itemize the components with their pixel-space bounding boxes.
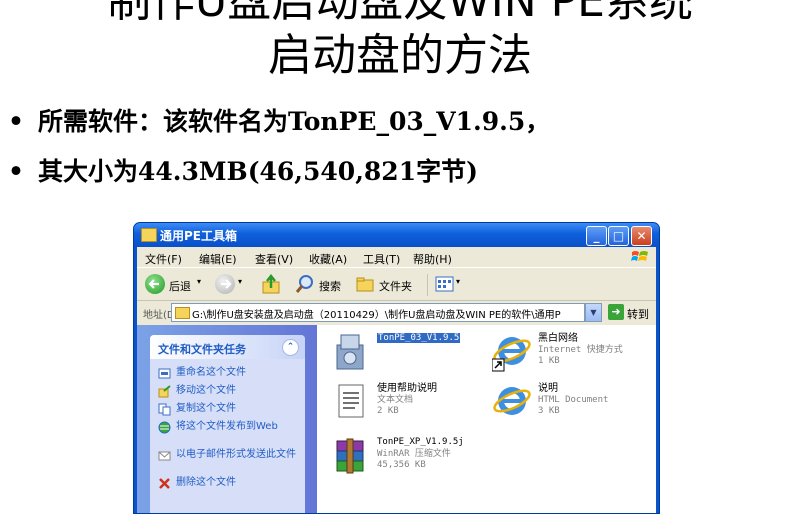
address-value: G:\制作U盘安装盘及启动盘（20110429）\制作U盘启动盘及WIN PE的… [192, 310, 561, 321]
folders-button[interactable]: 文件夹 [355, 274, 419, 296]
email-icon [158, 451, 171, 461]
address-bar: 地址(D) G:\制作U盘安装盘及启动盘（20110429）\制作U盘启动盘及W… [137, 301, 656, 323]
go-label: 转到 [627, 308, 649, 321]
task-label: 删除这个文件 [176, 477, 236, 488]
bullet-item: • 所需软件：该软件名为TonPE_03_V1.9.5， [8, 107, 551, 136]
file-tasks-title: 文件和文件夹任务 [158, 343, 246, 356]
file-tasks-header[interactable]: 文件和文件夹任务 ⌃ [150, 335, 305, 359]
address-input[interactable]: G:\制作U盘安装盘及启动盘（20110429）\制作U盘启动盘及WIN PE的… [171, 303, 585, 322]
slide-title-line1: 制作U盘启动盘及WIN PE系统 [107, 0, 693, 27]
menu-bar: 文件(F) 编辑(E) 查看(V) 收藏(A) 工具(T) 帮助(H) [137, 247, 656, 267]
bullet-item: • 其大小为44.3MB(46,540,821字节) [8, 157, 478, 186]
maximize-button[interactable]: □ [608, 226, 629, 246]
menu-view[interactable]: 查看(V) [255, 251, 293, 267]
slide-title-line2: 启动盘的方法 [268, 30, 532, 81]
file-item[interactable]: 说明 HTML Document 3 KB [492, 381, 652, 431]
window-title: 通用PE工具箱 [160, 229, 237, 243]
delete-icon [159, 478, 170, 489]
back-label: 后退 [169, 280, 191, 293]
file-item[interactable]: TonPE_03_V1.9.5 [331, 331, 491, 381]
file-size: 3 KB [538, 406, 560, 416]
window-titlebar[interactable]: 通用PE工具箱 _ □ ✕ [134, 223, 659, 247]
forward-arrow-icon [215, 274, 235, 294]
folders-label: 文件夹 [379, 280, 412, 293]
up-folder-button[interactable] [261, 273, 283, 296]
ie-html-icon [493, 387, 531, 415]
search-button[interactable]: 搜索 [295, 274, 351, 296]
file-item[interactable]: 黑白网络 Internet 快捷方式 1 KB [492, 331, 652, 381]
collapse-chevron-icon[interactable]: ⌃ [282, 339, 299, 356]
move-icon [158, 385, 171, 398]
task-pane: 文件和文件夹任务 ⌃ 重命名这个文件 移动这个文件 复制这个文件 将这个文件发布… [137, 325, 317, 513]
app-setup-icon [336, 334, 364, 370]
task-label: 将这个文件发布到Web [176, 421, 278, 432]
file-name: TonPE_XP_V1.9.5j [377, 437, 464, 447]
file-size: 45,356 KB [377, 460, 426, 470]
windows-logo-icon [631, 251, 648, 261]
file-item[interactable]: TonPE_XP_V1.9.5j WinRAR 压缩文件 45,356 KB [331, 435, 491, 485]
go-button[interactable]: ➜ 转到 [607, 303, 655, 322]
back-arrow-icon [145, 274, 165, 294]
toolbar: 后退 ▾ ▾ 搜索 文件夹 ▾ [137, 267, 656, 301]
menu-favorites[interactable]: 收藏(A) [309, 251, 347, 267]
file-size: 2 KB [377, 406, 399, 416]
explorer-content: 文件和文件夹任务 ⌃ 重命名这个文件 移动这个文件 复制这个文件 将这个文件发布… [137, 325, 656, 513]
address-dropdown-button[interactable]: ▼ [585, 303, 602, 322]
file-name: 黑白网络 [538, 333, 578, 344]
close-button[interactable]: ✕ [631, 226, 652, 246]
search-label: 搜索 [319, 280, 341, 293]
file-size: 1 KB [538, 356, 560, 366]
task-label: 重命名这个文件 [176, 367, 246, 378]
back-button[interactable]: 后退 ▾ [145, 274, 203, 296]
up-folder-icon [262, 273, 280, 294]
folder-icon [175, 307, 190, 319]
copy-icon [158, 403, 171, 416]
file-list: TonPE_03_V1.9.5 黑白网络 Internet 快捷方式 1 KB [317, 325, 656, 513]
folders-icon [356, 277, 374, 292]
file-type: 文本文档 [377, 395, 414, 405]
folder-icon [141, 228, 157, 242]
task-label: 以电子邮件形式发送此文件 [176, 449, 296, 460]
file-type: WinRAR 压缩文件 [377, 449, 451, 459]
bullet-text: 其大小为44.3MB(46,540,821字节) [38, 157, 478, 186]
views-icon [435, 276, 454, 292]
minimize-button[interactable]: _ [586, 226, 607, 246]
file-name: TonPE_03_V1.9.5 [377, 333, 461, 343]
forward-button[interactable]: ▾ [215, 274, 245, 296]
file-name: 使用帮助说明 [377, 383, 437, 394]
menu-help[interactable]: 帮助(H) [413, 251, 452, 267]
search-icon [295, 275, 313, 293]
bullet-list: • 所需软件：该软件名为TonPE_03_V1.9.5， • 其大小为44.3MB(… [8, 104, 550, 204]
ie-shortcut-icon [492, 337, 531, 372]
file-type: Internet 快捷方式 [538, 345, 623, 355]
menu-tools[interactable]: 工具(T) [363, 251, 400, 267]
file-type: HTML Document [538, 395, 609, 405]
globe-icon [158, 421, 171, 434]
file-name: 说明 [538, 383, 558, 394]
explorer-window: 通用PE工具箱 _ □ ✕ 文件(F) 编辑(E) 查看(V) 收藏(A) 工具… [133, 222, 660, 514]
rename-icon [158, 368, 171, 379]
bullet-text: 所需软件：该软件名为TonPE_03_V1.9.5， [38, 107, 551, 136]
views-button[interactable]: ▾ [427, 274, 468, 296]
file-item[interactable]: 使用帮助说明 文本文档 2 KB [331, 381, 491, 431]
file-tasks-panel: 文件和文件夹任务 ⌃ 重命名这个文件 移动这个文件 复制这个文件 将这个文件发布… [150, 335, 305, 513]
go-arrow-icon: ➜ [608, 304, 624, 320]
menu-file[interactable]: 文件(F) [145, 251, 182, 267]
task-label: 复制这个文件 [176, 403, 236, 414]
winrar-archive-icon [336, 438, 364, 474]
menu-edit[interactable]: 编辑(E) [199, 251, 237, 267]
task-label: 移动这个文件 [176, 385, 236, 396]
text-document-icon [338, 384, 364, 418]
